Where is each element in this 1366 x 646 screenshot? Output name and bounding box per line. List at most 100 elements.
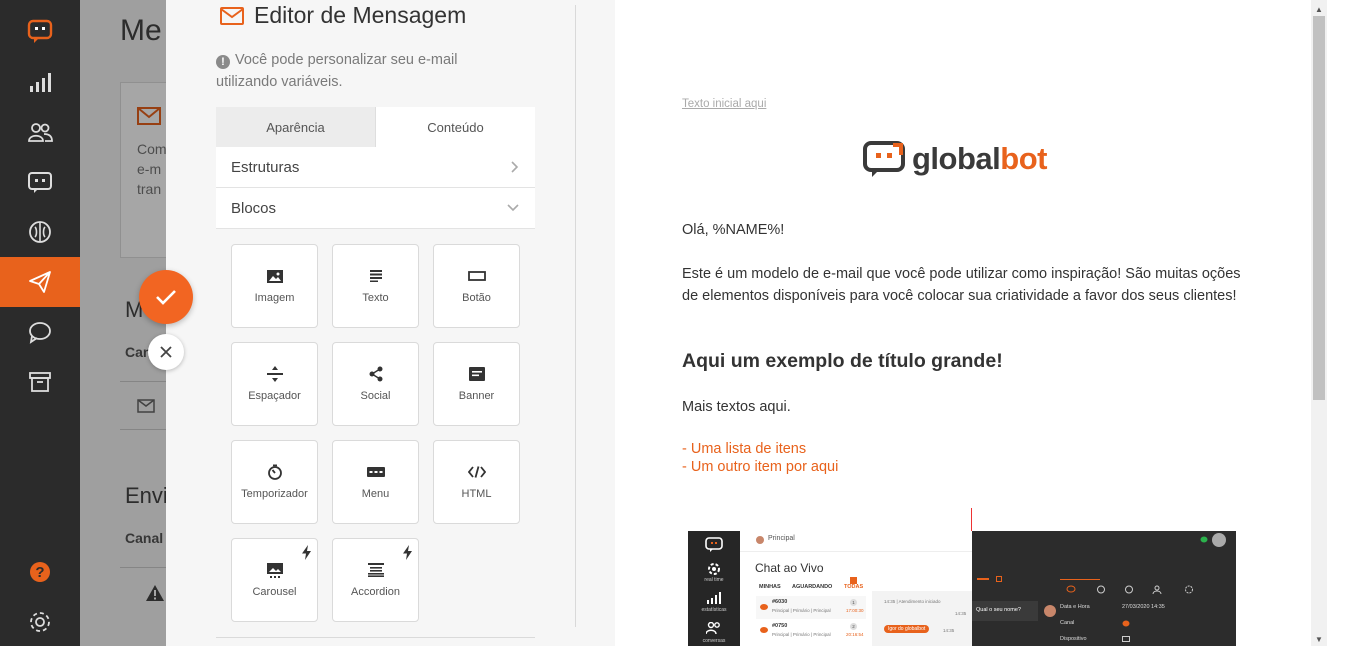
email-intro[interactable]: Este é um modelo de e-mail que você pode… [682,263,1247,307]
archive-icon[interactable] [0,357,80,407]
email-logo: globalbot [862,140,1047,178]
image-row-meta: Principal | Primário | Principal [772,608,831,613]
block-carousel[interactable]: Carousel [231,538,318,622]
image-row-meta: Principal | Primário | Principal [772,632,831,637]
timer-icon [267,464,282,480]
panel-divider [575,5,576,627]
chat-icon [760,627,768,633]
stats-icon[interactable] [0,57,80,107]
detail-value: 27/03/2020 14:35 [1122,604,1165,610]
image-breadcrumb: Principal [768,535,795,542]
sidebar-nav: ? [0,0,80,646]
block-imagem[interactable]: Imagem [231,244,318,328]
email-heading[interactable]: Aqui um exemplo de título grande! [682,350,1003,373]
scroll-down-icon[interactable]: ▼ [1311,632,1327,646]
check-icon [156,290,176,305]
section-estruturas[interactable]: Estruturas [216,147,535,188]
users-icon [706,622,720,634]
user-icon [1152,585,1162,594]
block-botao[interactable]: Botão [433,244,520,328]
section-label: Estruturas [231,158,300,176]
image-row-id: #0750 [772,623,788,629]
block-label: Imagem [254,292,295,304]
image-chat-panel: Principal Chat ao Vivo MINHAS AGUARDANDO… [740,531,972,646]
bolt-icon [403,545,412,560]
indicator [996,576,1002,582]
block-temporizador[interactable]: Temporizador [231,440,318,524]
tab-aparencia[interactable]: Aparência [216,107,376,147]
indicator [977,578,989,580]
accordion-icon [367,563,384,577]
image-tab: AGUARDANDO [792,584,833,590]
nav-label: conversas [702,638,726,644]
email-image[interactable]: real time estatísticas conversas Princip… [688,531,1236,646]
menu-icon [366,467,385,477]
block-label: Social [360,390,391,402]
detail-label: Data e Hora [1060,604,1090,610]
settings-icon[interactable] [0,597,80,646]
scrollbar-thumb[interactable] [1313,16,1325,400]
bolt-icon [302,545,311,560]
editor-hint: ! Você pode personalizar seu e-mail utili… [216,49,506,93]
chevron-down-icon [507,204,519,212]
email-list-item[interactable]: - Um outro item por aqui [682,458,838,476]
bot-icon[interactable] [0,157,80,207]
block-label: Texto [362,292,389,304]
image-chat-time: 14:35 [955,611,967,616]
tab-conteudo[interactable]: Conteúdo [376,107,535,147]
device-icon [1122,636,1130,642]
help-icon[interactable]: ? [0,547,80,597]
editor-title: Editor de Mensagem [220,2,466,29]
scroll-up-icon[interactable]: ▲ [1311,2,1327,16]
image-row-time: 17:00:30 [846,608,864,613]
email-greeting[interactable]: Olá, %NAME%! [682,219,1247,241]
section-label: Blocos [231,199,277,217]
text-icon [369,270,382,282]
block-banner[interactable]: Banner [433,342,520,426]
nav-label: real time [704,577,724,583]
email-list-item[interactable]: - Uma lista de itens [682,440,806,458]
chat-icon [1066,585,1076,593]
block-label: Botão [462,292,491,304]
logo-icon[interactable] [0,6,80,56]
carousel-icon [266,562,283,578]
block-label: Menu [361,488,390,500]
image-chat-bubble: Igor do globalbot [884,625,930,633]
users-icon[interactable] [0,107,80,157]
image-guide-line [971,508,972,531]
block-espacador[interactable]: Espaçador [231,342,318,426]
block-accordion[interactable]: Accordion [332,538,419,622]
block-social[interactable]: Social [332,342,419,426]
image-icon [266,269,283,283]
block-texto[interactable]: Texto [332,244,419,328]
email-more-text[interactable]: Mais textos aqui. [682,396,1247,418]
email-preheader[interactable]: Texto inicial aqui [682,98,766,110]
spacer-icon [266,366,283,382]
block-menu[interactable]: Menu [332,440,419,524]
close-button[interactable] [148,334,184,370]
section-blocos[interactable]: Blocos [216,188,535,229]
badge [850,577,857,584]
brain-icon[interactable] [0,207,80,257]
image-tab: MINHAS [759,584,781,590]
block-html[interactable]: HTML [433,440,520,524]
logo-text-global: global [912,141,1001,176]
detail-label: Canal [1060,620,1075,626]
panel-divider [216,637,535,638]
block-label: Accordion [351,586,400,598]
chevron-right-icon [511,161,519,173]
image-sidebar: real time estatísticas conversas [688,531,740,646]
detail-label: Dispositivo [1060,636,1087,642]
gear-icon [708,563,720,575]
whatsapp-icon [1200,536,1208,543]
chat-icon[interactable] [0,307,80,357]
image-chat-time: 14:35 [943,628,955,633]
block-label: Banner [458,390,495,402]
mail-icon [220,6,244,25]
confirm-button[interactable] [139,270,193,324]
chat-icon [760,604,768,610]
gear-icon [1185,585,1193,594]
info-icon [1125,585,1133,594]
svg-text:?: ? [35,564,44,581]
campaigns-icon[interactable] [0,257,80,307]
